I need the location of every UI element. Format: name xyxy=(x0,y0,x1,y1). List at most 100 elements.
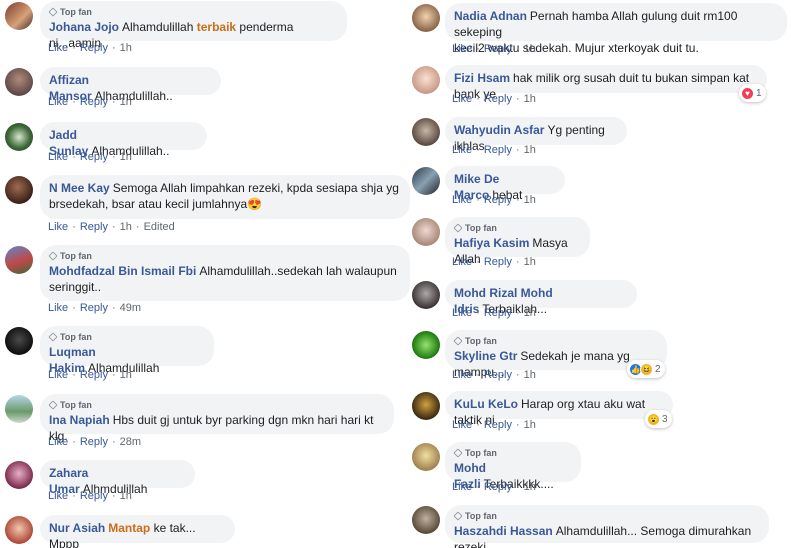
avatar[interactable] xyxy=(5,123,33,151)
avatar[interactable] xyxy=(412,443,440,471)
avatar[interactable] xyxy=(412,281,440,309)
comment-time[interactable]: 1h xyxy=(524,481,536,493)
reaction-summary[interactable]: ♥ 1 xyxy=(739,84,766,102)
comment-highlight-link[interactable]: Mantap xyxy=(108,521,150,535)
avatar[interactable] xyxy=(5,327,33,355)
comment-time[interactable]: 1h xyxy=(120,96,132,108)
avatar[interactable] xyxy=(412,392,440,420)
comment-author[interactable]: Wahyudin Asfar xyxy=(454,123,544,137)
avatar[interactable] xyxy=(412,218,440,246)
reply-link[interactable]: Reply xyxy=(80,151,108,163)
avatar[interactable] xyxy=(412,331,440,359)
like-link[interactable]: Like xyxy=(452,43,472,55)
comment-time[interactable]: 49m xyxy=(120,302,141,314)
like-link[interactable]: Like xyxy=(48,221,68,233)
comment-actions: Like · Reply · 1h xyxy=(452,369,536,381)
reply-link[interactable]: Reply xyxy=(484,144,512,156)
like-link[interactable]: Like xyxy=(48,151,68,163)
comment-author[interactable]: Skyline Gtr xyxy=(454,349,517,363)
avatar[interactable] xyxy=(5,176,33,204)
reply-link[interactable]: Reply xyxy=(484,481,512,493)
like-link[interactable]: Like xyxy=(452,481,472,493)
reply-link[interactable]: Reply xyxy=(80,221,108,233)
comment-time[interactable]: 28m xyxy=(120,436,141,448)
like-link[interactable]: Like xyxy=(452,419,472,431)
comment-time[interactable]: 1h xyxy=(524,43,536,55)
like-link[interactable]: Like xyxy=(452,307,472,319)
comment-time[interactable]: 1h xyxy=(524,93,536,105)
reply-link[interactable]: Reply xyxy=(484,307,512,319)
comment-actions: Like · Reply · 1h xyxy=(452,307,536,319)
comment-actions: Like · Reply · 1h xyxy=(452,481,536,493)
comment-author[interactable]: Nadia Adnan xyxy=(454,9,527,23)
avatar[interactable] xyxy=(5,2,33,30)
comment-author[interactable]: Johana Jojo xyxy=(49,20,119,34)
comment-author[interactable]: KuLu KeLo xyxy=(454,397,518,411)
comment-time[interactable]: 1h xyxy=(524,256,536,268)
avatar[interactable] xyxy=(412,4,440,32)
comment-author[interactable]: N Mee Kay xyxy=(49,181,110,195)
reply-link[interactable]: Reply xyxy=(484,93,512,105)
comment-time[interactable]: 1h xyxy=(120,369,132,381)
reply-link[interactable]: Reply xyxy=(80,96,108,108)
comment-time[interactable]: 1h xyxy=(120,42,132,54)
like-link[interactable]: Like xyxy=(48,42,68,54)
avatar[interactable] xyxy=(5,461,33,489)
top-fan-badge: Top fan xyxy=(48,6,337,18)
comment-highlight-link[interactable]: terbaik xyxy=(197,20,236,34)
reaction-summary[interactable]: 👍 😆 2 xyxy=(627,360,665,378)
comment-time[interactable]: 1h xyxy=(524,419,536,431)
like-link[interactable]: Like xyxy=(452,194,472,206)
reply-link[interactable]: Reply xyxy=(80,42,108,54)
avatar[interactable] xyxy=(5,68,33,96)
avatar[interactable] xyxy=(412,506,440,534)
like-link[interactable]: Like xyxy=(48,490,68,502)
comment-time[interactable]: 1h xyxy=(120,221,132,233)
comment-author[interactable]: Haszahdi Hassan xyxy=(454,524,553,538)
top-fan-icon xyxy=(453,223,463,233)
comment-bubble: Affizan Mansor Alhamdulillah.. xyxy=(40,67,221,103)
comment-time[interactable]: 1h xyxy=(524,307,536,319)
reply-link[interactable]: Reply xyxy=(80,436,108,448)
comment-author[interactable]: Ina Napiah xyxy=(49,413,110,427)
comment-time[interactable]: 1h xyxy=(524,194,536,206)
like-link[interactable]: Like xyxy=(48,369,68,381)
reply-link[interactable]: Reply xyxy=(80,302,108,314)
top-fan-badge: Top fan xyxy=(453,510,759,522)
reply-link[interactable]: Reply xyxy=(484,194,512,206)
comment-author[interactable]: Fizi Hsam xyxy=(454,71,510,85)
comment-time[interactable]: 1h xyxy=(120,490,132,502)
like-link[interactable]: Like xyxy=(48,436,68,448)
like-link[interactable]: Like xyxy=(452,144,472,156)
reply-link[interactable]: Reply xyxy=(484,256,512,268)
comment-actions: Like · Reply · 1h xyxy=(48,42,132,54)
comment-time[interactable]: 1h xyxy=(120,151,132,163)
reply-link[interactable]: Reply xyxy=(484,43,512,55)
like-link[interactable]: Like xyxy=(452,93,472,105)
avatar[interactable] xyxy=(412,66,440,94)
comment-bubble: Mohd Rizal Mohd Idris Terbaiklah... xyxy=(445,280,637,316)
reply-link[interactable]: Reply xyxy=(80,490,108,502)
comment-time[interactable]: 1h xyxy=(524,144,536,156)
reaction-summary[interactable]: 😮 3 xyxy=(645,410,672,428)
avatar[interactable] xyxy=(5,395,33,423)
avatar[interactable] xyxy=(412,167,440,195)
like-link[interactable]: Like xyxy=(452,256,472,268)
avatar[interactable] xyxy=(412,118,440,146)
avatar[interactable] xyxy=(5,516,33,544)
comment-author[interactable]: Nur Asiah xyxy=(49,521,105,535)
reply-link[interactable]: Reply xyxy=(484,419,512,431)
comment-author[interactable]: Hafiya Kasim xyxy=(454,236,529,250)
comment-author[interactable]: Mohdfadzal Bin Ismail Fbi xyxy=(49,264,196,278)
comment-text: Alhamdulillah xyxy=(122,20,197,34)
comment-bubble: KuLu KeLo Harap org xtau aku wat taktik n… xyxy=(445,391,673,427)
avatar[interactable] xyxy=(5,246,33,274)
like-link[interactable]: Like xyxy=(452,369,472,381)
reply-link[interactable]: Reply xyxy=(80,369,108,381)
comment-time[interactable]: 1h xyxy=(524,369,536,381)
edited-label[interactable]: Edited xyxy=(144,221,175,233)
like-link[interactable]: Like xyxy=(48,302,68,314)
like-link[interactable]: Like xyxy=(48,96,68,108)
comment-bubble: Wahyudin Asfar Yg penting ikhlas xyxy=(445,117,627,153)
reply-link[interactable]: Reply xyxy=(484,369,512,381)
